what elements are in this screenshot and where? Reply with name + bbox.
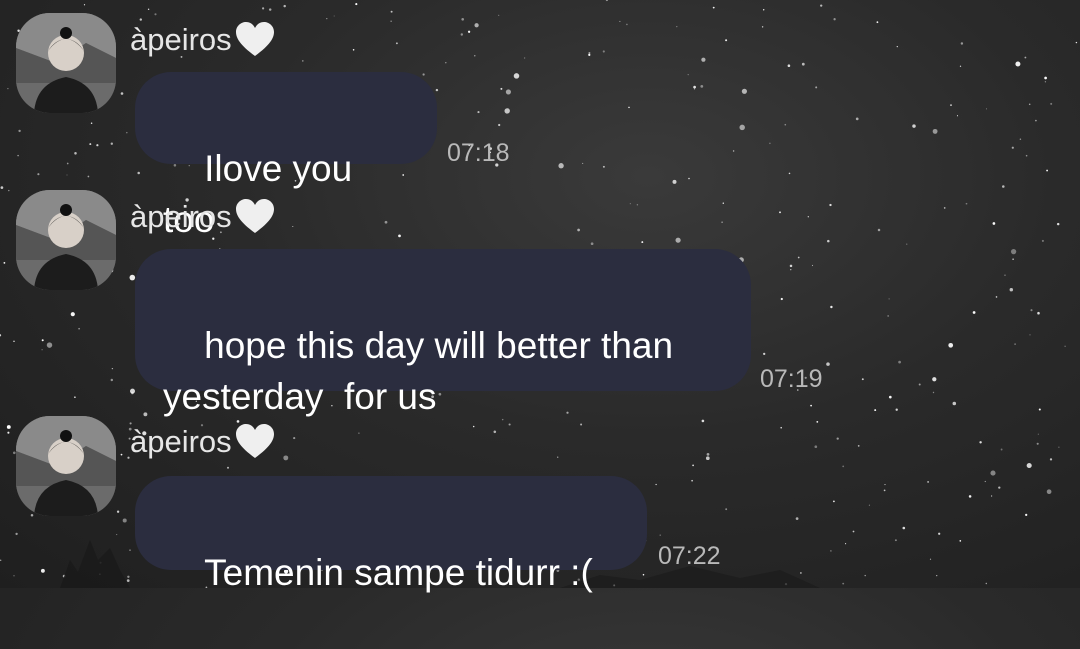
sender-name-row: àpeiros [130,197,276,237]
white-heart-icon [235,199,274,233]
sender-name: àpeiros [130,22,232,57]
sender-avatar[interactable] [16,13,116,113]
sender-avatar[interactable] [16,190,116,290]
sender-name: àpeiros [130,199,232,234]
sender-name-row: àpeiros [130,20,276,60]
white-heart-icon [235,22,274,56]
white-heart-icon [235,424,274,458]
message-bubble[interactable]: Ilove you too [135,72,437,240]
message-text: Temenin sampe tidurr :( [204,552,593,593]
sender-name: àpeiros [130,424,232,459]
message-timestamp: 07:18 [447,139,510,167]
message-timestamp: 07:22 [658,542,721,570]
message-bubble[interactable]: Temenin sampe tidurr :( [135,476,647,593]
sender-name-row: àpeiros [130,422,276,462]
message-timestamp: 07:19 [760,365,823,393]
message-bubble[interactable]: hope this day will better than yesterday… [135,249,751,417]
sender-avatar[interactable] [16,416,116,516]
